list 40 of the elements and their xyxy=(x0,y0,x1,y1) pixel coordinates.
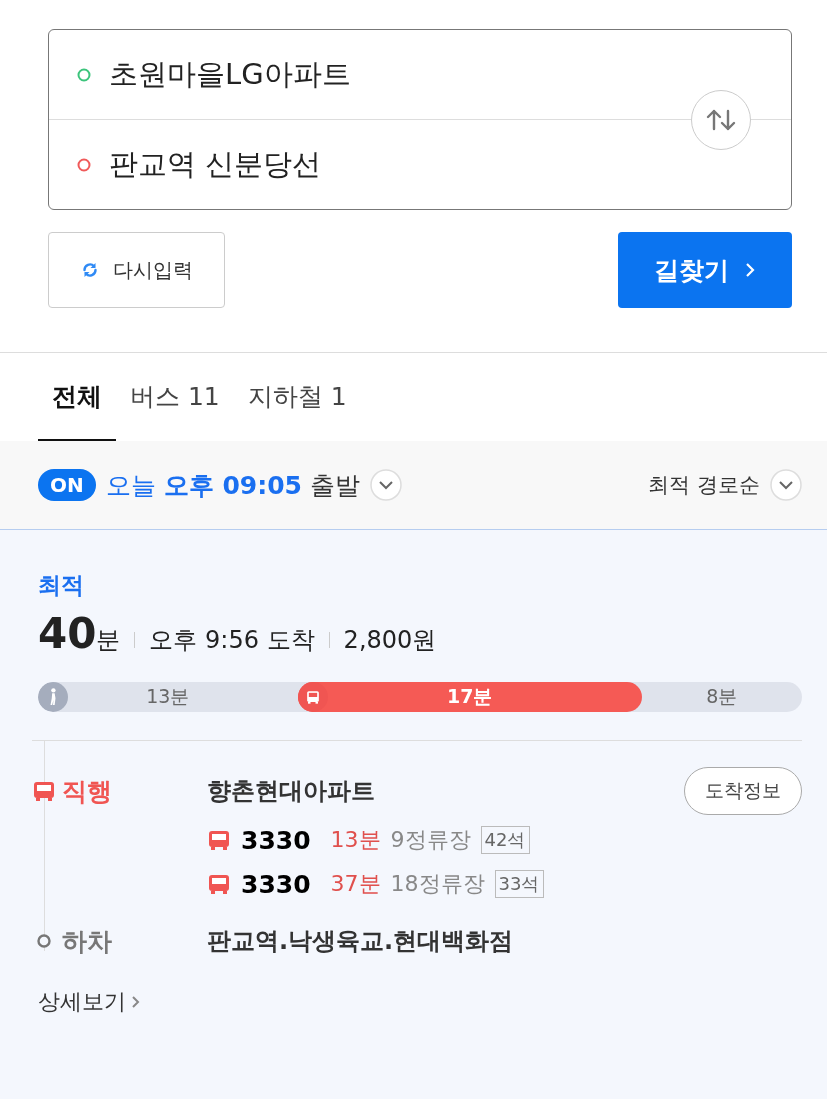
dropdown-icon[interactable] xyxy=(770,469,802,501)
departure-time[interactable]: 오늘 오후 09:05 출발 xyxy=(105,468,360,502)
dropdown-icon[interactable] xyxy=(369,469,402,501)
wait-time: 13분 xyxy=(330,826,381,854)
walking-person-icon xyxy=(38,682,68,712)
bus-icon xyxy=(32,779,56,803)
segment-duration: 8분 xyxy=(706,684,738,709)
reset-button[interactable]: 다시입력 xyxy=(48,232,225,308)
seat-count: 33석 xyxy=(494,870,544,898)
details-link[interactable]: 상세보기 xyxy=(38,987,142,1017)
location-field[interactable]: 초원마을LG아파트 xyxy=(109,54,351,95)
seat-count: 42석 xyxy=(480,826,530,854)
bus-icon xyxy=(207,872,231,896)
bus-icon xyxy=(207,828,231,852)
location-marker-icon xyxy=(77,67,91,82)
refresh-icon xyxy=(80,261,99,279)
chevron-right-icon xyxy=(130,994,142,1010)
stop-count: 9정류장 xyxy=(390,826,471,854)
bus-number: 3330 xyxy=(241,825,311,855)
sort-option[interactable]: 최적 경로순 xyxy=(648,471,760,499)
step-label: 하차 xyxy=(62,925,112,958)
stop-name: 판교역.낙생육교.현대백화점 xyxy=(207,926,514,957)
total-time: 40분 xyxy=(38,609,121,658)
bus-number: 3330 xyxy=(241,869,311,899)
fare: 2,800원 xyxy=(343,625,437,656)
toggle-switch[interactable]: ON xyxy=(38,469,96,501)
wait-time: 37분 xyxy=(330,870,381,898)
stop-name: 향촌현대아파트 xyxy=(207,776,375,807)
location-marker-icon xyxy=(77,157,91,172)
step-label: 직행 xyxy=(62,775,112,808)
search-button[interactable]: 길찾기 xyxy=(618,232,792,308)
stop-count: 18정류장 xyxy=(390,870,485,898)
arrival-info-button[interactable]: 도착정보 xyxy=(684,767,802,815)
arrival-time: 오후 9:56 도착 xyxy=(149,625,315,656)
location-field[interactable]: 판교역 신분당선 xyxy=(109,144,322,185)
tab[interactable]: 버스 11 xyxy=(116,353,234,441)
segment-duration: 17분 xyxy=(446,684,493,709)
tab[interactable]: 지하철 1 xyxy=(233,353,361,441)
route-label: 최적 xyxy=(38,571,84,600)
segment-duration: 13분 xyxy=(146,684,190,709)
